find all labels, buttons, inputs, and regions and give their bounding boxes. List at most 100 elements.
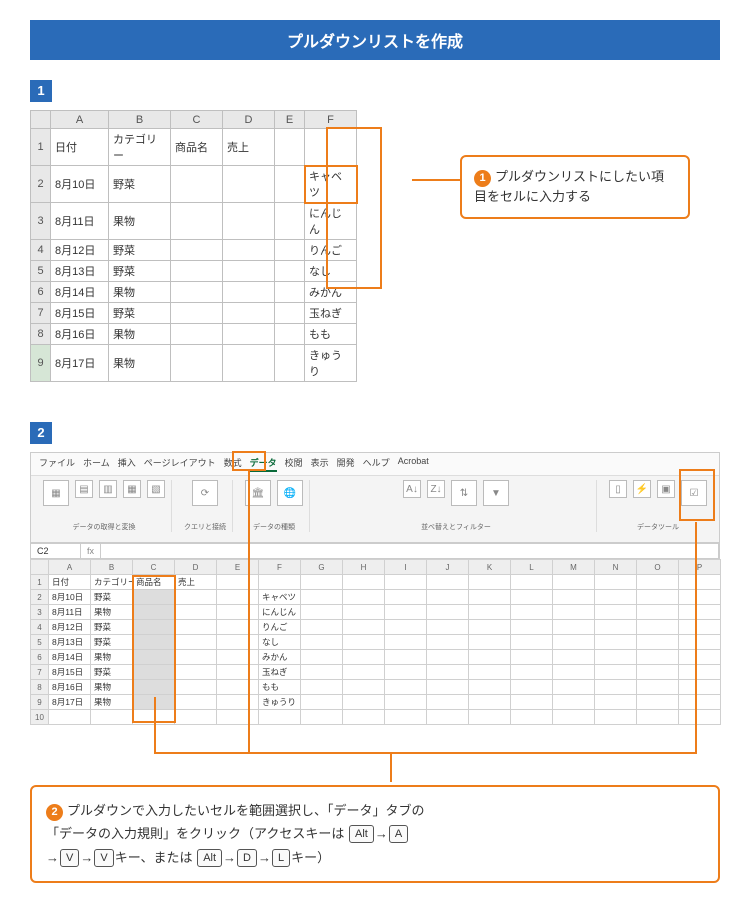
cell[interactable] — [275, 203, 305, 240]
cell[interactable] — [511, 665, 553, 680]
cell[interactable]: 8月12日 — [51, 240, 109, 261]
cell[interactable] — [637, 590, 679, 605]
cell[interactable] — [275, 240, 305, 261]
geography-icon[interactable]: 🌐 — [277, 480, 303, 506]
cell[interactable] — [679, 605, 721, 620]
cell[interactable] — [223, 324, 275, 345]
cell[interactable]: 売上 — [223, 129, 275, 166]
cell[interactable] — [469, 635, 511, 650]
cell[interactable] — [553, 590, 595, 605]
cell[interactable] — [637, 650, 679, 665]
cell[interactable]: 野菜 — [91, 665, 133, 680]
cell[interactable] — [175, 635, 217, 650]
tab-home[interactable]: ホーム — [83, 456, 110, 472]
cell[interactable] — [595, 665, 637, 680]
cell[interactable]: にんじん — [305, 203, 357, 240]
cell[interactable] — [217, 620, 259, 635]
row-header[interactable]: 6 — [31, 650, 49, 665]
cell[interactable] — [595, 695, 637, 710]
row-header[interactable]: 9 — [31, 345, 51, 382]
cell[interactable] — [427, 635, 469, 650]
cell[interactable] — [343, 710, 385, 725]
sort-icon[interactable]: ⇅ — [451, 480, 477, 506]
tab-help[interactable]: ヘルプ — [363, 456, 390, 472]
cell[interactable] — [385, 680, 427, 695]
col-header[interactable]: G — [301, 560, 343, 575]
tab-review[interactable]: 校閲 — [285, 456, 303, 472]
cell[interactable]: キャベツ — [259, 590, 301, 605]
cell[interactable] — [553, 620, 595, 635]
cell[interactable]: 果物 — [91, 695, 133, 710]
cell[interactable] — [427, 575, 469, 590]
cell[interactable]: 8月17日 — [49, 695, 91, 710]
col-header[interactable]: H — [343, 560, 385, 575]
cell[interactable] — [259, 575, 301, 590]
row-header[interactable]: 1 — [31, 129, 51, 166]
refresh-icon[interactable]: ⟳ — [192, 480, 218, 506]
tab-developer[interactable]: 開発 — [337, 456, 355, 472]
cell[interactable] — [175, 665, 217, 680]
cell[interactable] — [175, 695, 217, 710]
cell[interactable] — [469, 620, 511, 635]
col-header[interactable]: D — [223, 111, 275, 129]
cell[interactable] — [301, 695, 343, 710]
filter-icon[interactable]: ▼ — [483, 480, 509, 506]
col-header[interactable]: N — [595, 560, 637, 575]
cell[interactable]: 果物 — [109, 345, 171, 382]
cell[interactable] — [469, 680, 511, 695]
cell[interactable] — [553, 680, 595, 695]
col-header[interactable]: M — [553, 560, 595, 575]
cell[interactable] — [343, 635, 385, 650]
cell[interactable] — [217, 665, 259, 680]
cell[interactable]: 果物 — [109, 282, 171, 303]
cell[interactable]: 8月13日 — [49, 635, 91, 650]
cell[interactable] — [469, 605, 511, 620]
tab-acrobat[interactable]: Acrobat — [398, 456, 429, 472]
col-header[interactable]: K — [469, 560, 511, 575]
cell[interactable] — [275, 303, 305, 324]
cell[interactable] — [595, 635, 637, 650]
cell[interactable] — [171, 261, 223, 282]
cell[interactable] — [553, 665, 595, 680]
cell[interactable] — [385, 650, 427, 665]
cell[interactable]: 野菜 — [91, 590, 133, 605]
cell[interactable]: もも — [305, 324, 357, 345]
sort-desc-icon[interactable]: Z↓ — [427, 480, 445, 498]
cell[interactable]: 8月12日 — [49, 620, 91, 635]
row-header[interactable]: 10 — [31, 710, 49, 725]
cell[interactable] — [171, 240, 223, 261]
cell[interactable] — [217, 590, 259, 605]
cell[interactable] — [679, 635, 721, 650]
row-header[interactable]: 3 — [31, 605, 49, 620]
cell[interactable]: みかん — [259, 650, 301, 665]
cell[interactable] — [385, 620, 427, 635]
cell[interactable] — [469, 665, 511, 680]
cell[interactable] — [469, 575, 511, 590]
cell[interactable] — [223, 303, 275, 324]
cell[interactable] — [275, 324, 305, 345]
cell[interactable] — [217, 695, 259, 710]
row-header[interactable]: 4 — [31, 620, 49, 635]
cell[interactable] — [133, 635, 175, 650]
row-header[interactable]: 3 — [31, 203, 51, 240]
cell[interactable] — [343, 620, 385, 635]
cell[interactable] — [175, 590, 217, 605]
sort-asc-icon[interactable]: A↓ — [403, 480, 421, 498]
row-header[interactable]: 8 — [31, 680, 49, 695]
cell[interactable] — [301, 710, 343, 725]
cell[interactable] — [469, 710, 511, 725]
fx-label[interactable]: fx — [81, 544, 101, 558]
cell[interactable] — [427, 710, 469, 725]
cell[interactable] — [217, 575, 259, 590]
cell[interactable] — [637, 665, 679, 680]
from-web-icon[interactable]: ▥ — [99, 480, 117, 498]
cell[interactable]: 8月14日 — [49, 650, 91, 665]
col-header[interactable]: F — [305, 111, 357, 129]
cell[interactable] — [511, 575, 553, 590]
cell[interactable] — [217, 650, 259, 665]
cell[interactable] — [275, 282, 305, 303]
cell[interactable] — [595, 590, 637, 605]
cell[interactable] — [301, 605, 343, 620]
cell[interactable] — [511, 605, 553, 620]
cell[interactable] — [217, 635, 259, 650]
